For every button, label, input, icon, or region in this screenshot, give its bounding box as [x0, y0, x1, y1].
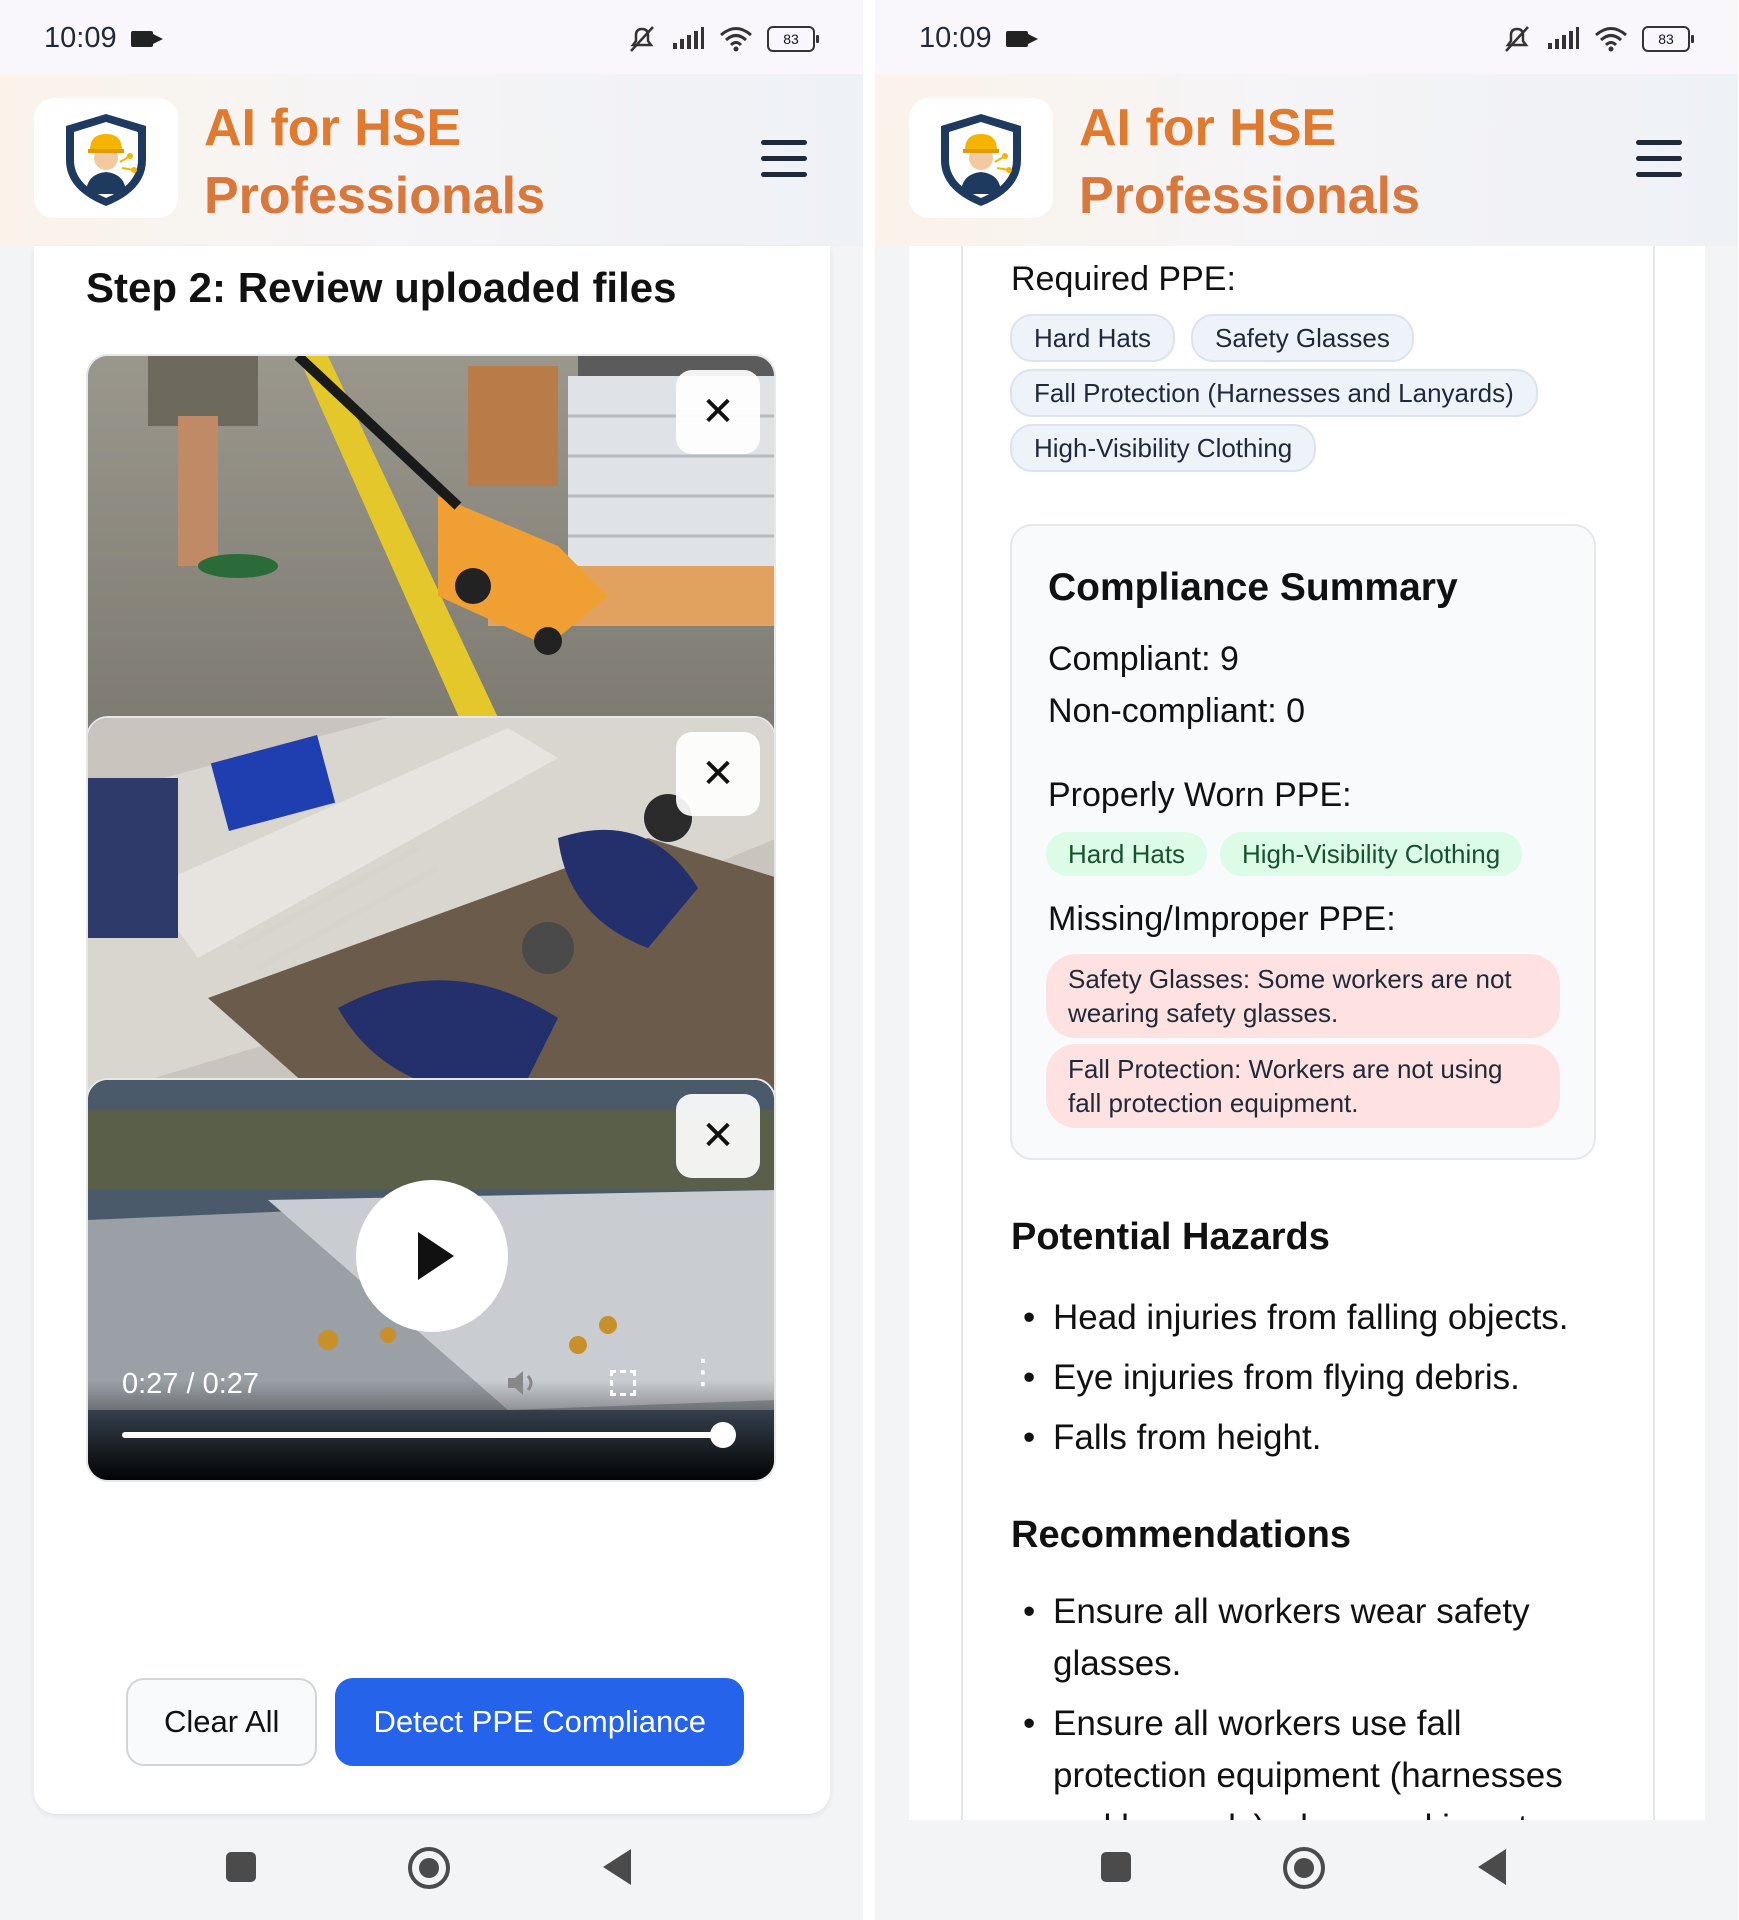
step-title: Step 2: Review uploaded files [86, 264, 677, 311]
status-icons: 83 [627, 24, 819, 54]
status-bar: 10:09 83 [0, 0, 863, 74]
remove-file-button-1[interactable]: ✕ [676, 370, 760, 454]
compliant-count: Compliant: 9 [1048, 640, 1239, 678]
missing-ppe-chip: Fall Protection: Workers are not using f… [1046, 1044, 1560, 1128]
compliance-summary-title: Compliance Summary [1048, 566, 1458, 609]
recents-icon[interactable] [226, 1852, 256, 1882]
compliance-summary-box: Compliance Summary Compliant: 9 Non-comp… [1010, 524, 1596, 1160]
required-ppe-chip: Safety Glasses [1191, 314, 1414, 362]
results-panel: Required PPE: Hard Hats Safety Glasses F… [909, 246, 1705, 1847]
close-icon: ✕ [701, 752, 735, 796]
video-time-display: 0:27 / 0:27 [122, 1368, 260, 1400]
close-icon: ✕ [701, 1114, 735, 1158]
remove-file-button-3[interactable]: ✕ [676, 1094, 760, 1178]
required-ppe-chip: High-Visibility Clothing [1010, 424, 1317, 472]
system-nav-bar [0, 1820, 863, 1920]
home-icon[interactable] [1283, 1847, 1325, 1889]
home-icon[interactable] [408, 1847, 450, 1889]
back-icon[interactable] [603, 1849, 631, 1885]
system-nav-bar [875, 1820, 1738, 1920]
properly-worn-chip: High-Visibility Clothing [1220, 832, 1523, 876]
workers-drilling-image [88, 718, 774, 1118]
action-buttons: Clear All Detect PPE Compliance [126, 1678, 744, 1766]
potential-hazards-title: Potential Hazards [1011, 1216, 1330, 1258]
shield-worker-icon [941, 114, 1021, 206]
list-item: Ensure all workers wear safety glasses. [1011, 1586, 1601, 1690]
status-time: 10:09 [44, 22, 117, 54]
shield-worker-icon [66, 114, 146, 206]
back-icon[interactable] [1478, 1849, 1506, 1885]
video-progress-bar[interactable] [122, 1432, 722, 1438]
recents-icon[interactable] [1101, 1852, 1131, 1882]
wifi-icon [1595, 27, 1627, 52]
uploaded-image-2[interactable]: ✕ [86, 716, 776, 1120]
properly-worn-label: Properly Worn PPE: [1048, 776, 1352, 814]
app-title: AI for HSE Professionals [1079, 94, 1420, 230]
app-title-line2: Professionals [1079, 167, 1421, 225]
upload-review-card: Step 2: Review uploaded files ✕ ✕ ✕ 0:27… [34, 246, 830, 1814]
uploaded-video-3[interactable]: ✕ 0:27 / 0:27 ⋮ [86, 1078, 776, 1482]
required-ppe-label: Required PPE: [1011, 260, 1236, 298]
more-options-icon[interactable]: ⋮ [686, 1355, 720, 1389]
hazards-list: Head injuries from falling objects. Eye … [1011, 1288, 1631, 1468]
recommendations-list: Ensure all workers wear safety glasses. … [1011, 1586, 1601, 1854]
battery-icon: 83 [767, 26, 819, 52]
signal-icon [1548, 27, 1579, 49]
non-compliant-count: Non-compliant: 0 [1048, 692, 1306, 730]
list-item: Head injuries from falling objects. [1011, 1288, 1631, 1348]
play-button[interactable] [356, 1180, 508, 1332]
clear-all-button[interactable]: Clear All [126, 1678, 318, 1766]
hamburger-menu-icon[interactable] [761, 140, 807, 178]
status-bar: 10:09 83 [875, 0, 1738, 74]
left-screen: 10:09 83 AI for HSE Professionals Step 2… [0, 0, 863, 1920]
right-screen: 10:09 83 AI for HSE Professionals Requir… [875, 0, 1738, 1920]
recommendations-title: Recommendations [1011, 1514, 1351, 1556]
mute-icon [630, 26, 654, 52]
required-ppe-chip: Fall Protection (Harnesses and Lanyards) [1010, 369, 1538, 417]
wifi-icon [720, 27, 752, 52]
missing-ppe-label: Missing/Improper PPE: [1048, 900, 1396, 938]
volume-icon[interactable] [504, 1366, 538, 1400]
properly-worn-chip: Hard Hats [1046, 832, 1208, 876]
app-title-line1: AI for HSE [1079, 99, 1337, 157]
logo[interactable] [909, 98, 1053, 218]
status-icons: 83 [1502, 24, 1694, 54]
logo[interactable] [34, 98, 178, 218]
close-icon: ✕ [701, 390, 735, 434]
battery-icon: 83 [1642, 26, 1694, 52]
detect-ppe-button[interactable]: Detect PPE Compliance [335, 1678, 744, 1766]
video-recording-icon [131, 31, 163, 47]
fullscreen-icon[interactable] [610, 1370, 636, 1396]
missing-ppe-chip: Safety Glasses: Some workers are not wea… [1046, 954, 1560, 1038]
app-title-line2: Professionals [204, 167, 546, 225]
video-progress-knob[interactable] [710, 1422, 736, 1448]
app-header: AI for HSE Professionals [875, 74, 1738, 246]
app-title: AI for HSE Professionals [204, 94, 545, 230]
status-time: 10:09 [919, 22, 992, 54]
signal-icon [673, 27, 704, 49]
remove-file-button-2[interactable]: ✕ [676, 732, 760, 816]
mute-icon [1505, 26, 1529, 52]
video-recording-icon [1006, 31, 1038, 47]
pallet-jack-image [88, 356, 774, 756]
hamburger-menu-icon[interactable] [1636, 140, 1682, 178]
uploaded-image-1[interactable]: ✕ [86, 354, 776, 758]
app-header: AI for HSE Professionals [0, 74, 863, 246]
list-item: Falls from height. [1011, 1408, 1631, 1468]
app-title-line1: AI for HSE [204, 99, 462, 157]
required-ppe-chip: Hard Hats [1010, 314, 1176, 362]
list-item: Eye injuries from flying debris. [1011, 1348, 1631, 1408]
